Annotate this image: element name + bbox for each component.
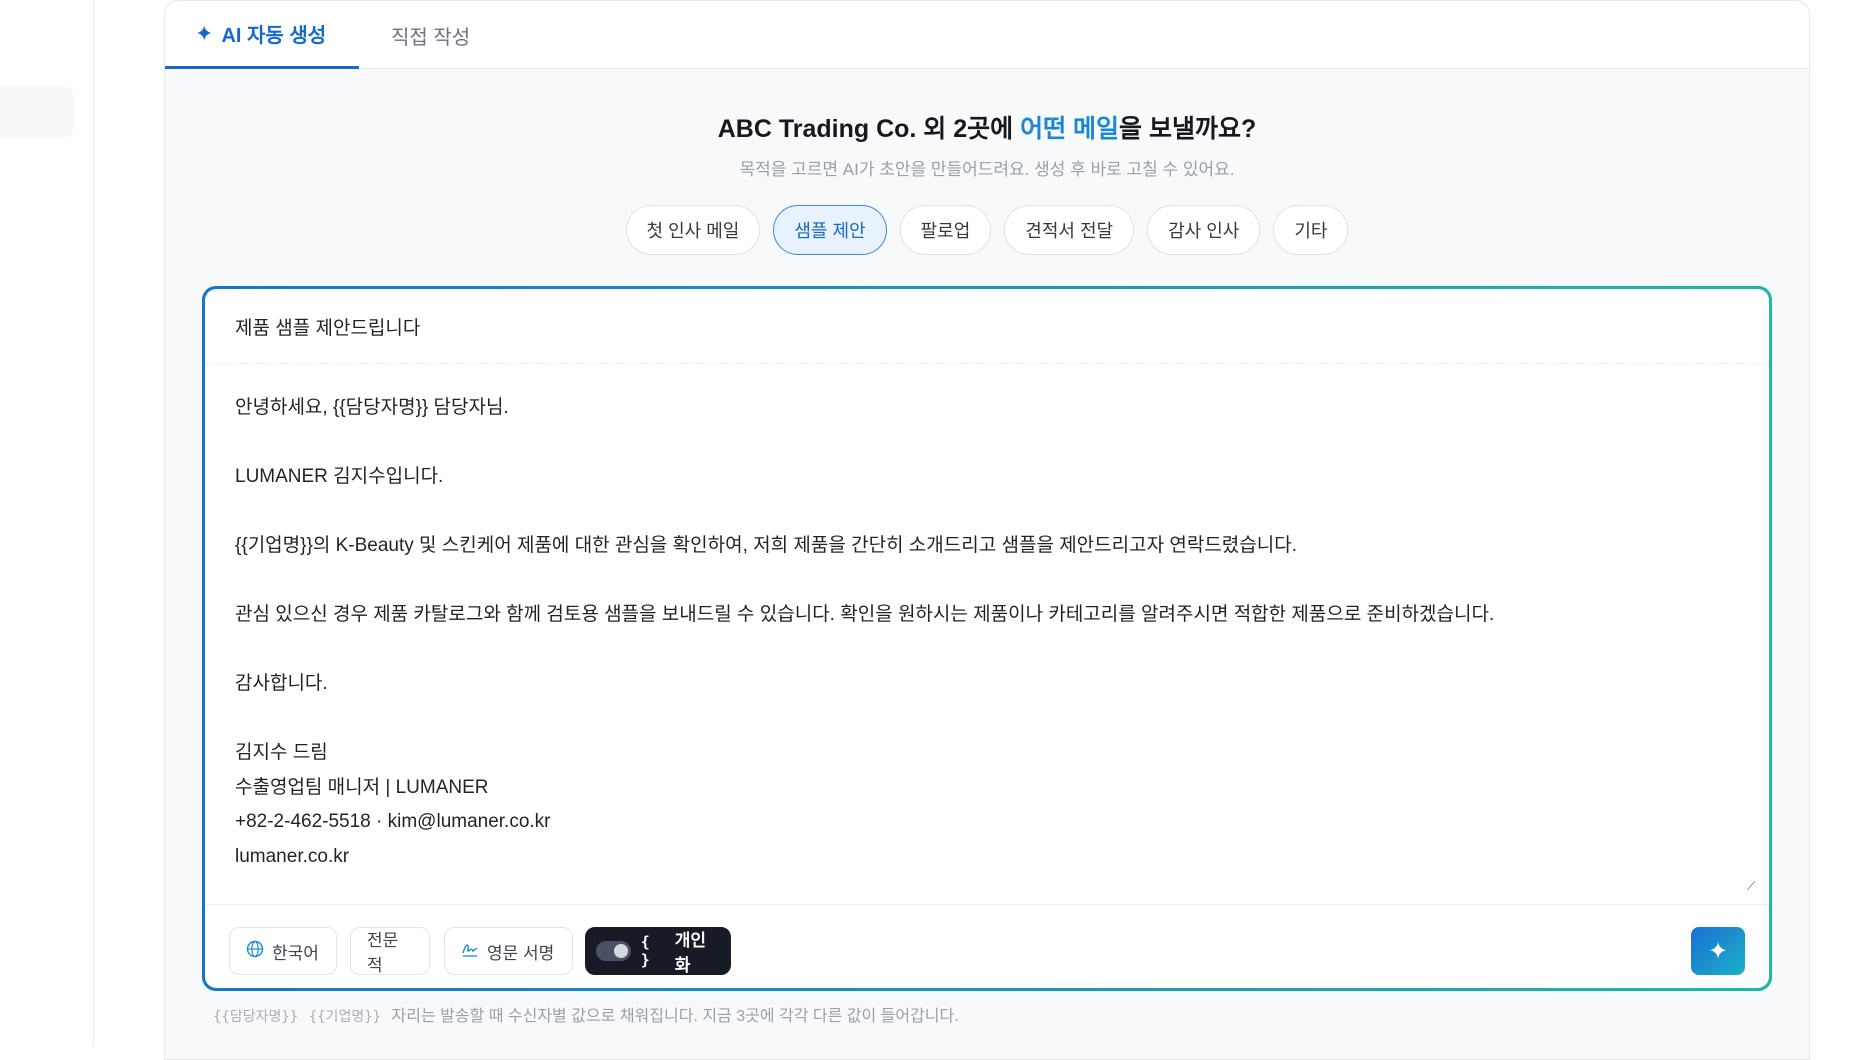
tab-manual-write[interactable]: 직접 작성 [391,1,470,69]
subject-input[interactable]: 제품 샘플 제안드립니다 [205,289,1769,364]
title-prefix: ABC Trading Co. 외 2곳에 [717,115,1021,143]
placeholder-tag-company: {{기업명}} [308,1009,382,1025]
body-line-intro: LUMANER 김지수입니다. [235,466,444,487]
purpose-chip-sample[interactable]: 샘플 제안 [773,205,887,255]
page-subtitle: 목적을 고르면 AI가 초안을 만들어드려요. 생성 후 바로 고칠 수 있어요… [739,160,1235,179]
purpose-chips: 첫 인사 메일 샘플 제안 팔로업 견적서 전달 감사 인사 기타 [165,205,1809,255]
signature-name: 김지수 드림 [235,742,328,763]
resize-handle-icon[interactable]: ⟋ [1747,879,1761,893]
body-line-closing: 감사합니다. [235,673,328,694]
tab-label: AI 자동 생성 [221,25,327,47]
title-suffix: 을 보낼까요? [1119,115,1257,143]
generate-button[interactable]: ✦ [1691,927,1745,975]
purpose-chip-quote[interactable]: 견적서 전달 [1004,205,1135,255]
page-title: ABC Trading Co. 외 2곳에 어떤 메일을 보낼까요? [165,109,1809,145]
body-line-para1: {{기업명}}의 K-Beauty 및 스킨케어 제품에 대한 관심을 확인하여… [235,535,1297,556]
signature-title: 수출영업팀 매니저 | LUMANER [235,776,489,798]
placeholder-tag-contact: {{담당자명}} [213,1009,299,1025]
signature-label: 영문 서명 [487,943,555,963]
toggle-switch[interactable] [596,941,631,961]
sidebar-item-selected[interactable] [0,86,74,138]
placeholder-hint: {{담당자명}} {{기업명}} 자리는 발송할 때 수신자별 값으로 채워집니… [213,1002,959,1026]
tab-label: 직접 작성 [391,26,471,49]
language-label: 한국어 [272,943,319,963]
body-line-para2: 관심 있으신 경우 제품 카탈로그와 함께 검토용 샘플을 보내드릴 수 있습니… [235,604,1495,625]
signature-button[interactable]: 영문 서명 [444,927,573,975]
signature-icon [461,940,479,963]
body-textarea[interactable]: 안녕하세요, {{담당자명}} 담당자님. LUMANER 김지수입니다. {{… [235,391,1735,874]
sparkle-icon: ✦ [1707,937,1729,965]
personalize-label: 개인화 [674,931,707,975]
purpose-chip-other[interactable]: 기타 [1273,205,1349,255]
purpose-chip-thanks[interactable]: 감사 인사 [1147,205,1261,255]
tone-label: 전문적 [367,931,399,975]
left-rail [0,0,94,1046]
braces-icon: { } [640,933,650,969]
purpose-chip-intro[interactable]: 첫 인사 메일 [625,205,761,255]
compose-panel: ✦ AI 자동 생성 직접 작성 ABC Trading Co. 외 2곳에 어… [164,0,1810,1060]
editor-toolbar: 한국어 전문적 영문 서명 { } 개인화 ✦ [205,904,1769,994]
signature-site: lumaner.co.kr [235,845,350,867]
sparkle-icon: ✦ [195,20,214,46]
personalize-toggle[interactable]: { } 개인화 [585,927,731,975]
body-line-greeting: 안녕하세요, {{담당자명}} 담당자님. [235,397,509,418]
language-button[interactable]: 한국어 [229,927,337,975]
title-accent: 어떤 메일 [1020,115,1120,143]
purpose-chip-followup[interactable]: 팔로업 [899,205,992,255]
signature-contact: +82-2-462-5518 · kim@lumaner.co.kr [235,811,551,832]
tab-ai-generate[interactable]: ✦ AI 자동 생성 [165,1,359,69]
globe-icon [246,940,264,963]
mode-tabs: ✦ AI 자동 생성 직접 작성 [165,1,1809,69]
email-editor: 제품 샘플 제안드립니다 안녕하세요, {{담당자명}} 담당자님. LUMAN… [202,286,1772,991]
hint-text: 자리는 발송할 때 수신자별 값으로 채워집니다. 지금 3곳에 각각 다른 값… [391,1008,959,1025]
tone-button[interactable]: 전문적 [350,927,430,975]
